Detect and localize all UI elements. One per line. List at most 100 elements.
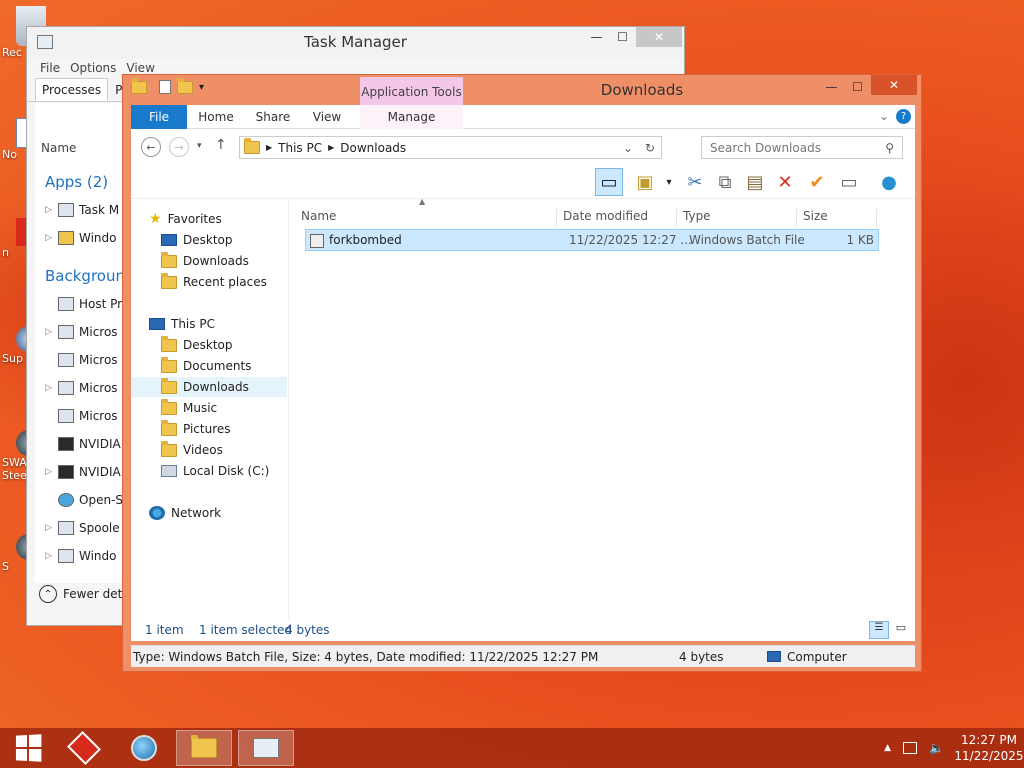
menu-file[interactable]: File [40,61,60,75]
task-manager-titlebar[interactable]: Task Manager — ☐ ✕ [27,27,684,58]
tab-manage[interactable]: Manage [360,105,463,129]
minimize-button[interactable]: — [818,77,845,97]
rename-check-icon[interactable]: ✔ [803,168,831,196]
tab-processes[interactable]: Processes [35,78,109,101]
nav-pc-pictures[interactable]: Pictures [161,419,231,439]
address-dropdown-icon[interactable]: ⌄ [623,141,633,155]
expand-arrow-icon[interactable]: ▷ [45,523,53,533]
process-row[interactable]: Open-S [45,493,123,507]
process-row[interactable]: ▷ Micros [45,381,118,395]
show-hidden-icons-icon[interactable]: ▲ [884,743,891,753]
recent-locations-icon[interactable]: ▾ [197,141,202,151]
taskbar-file-explorer[interactable] [176,730,232,766]
up-button[interactable]: ↑ [215,137,227,153]
process-row[interactable]: Micros [45,353,118,367]
explorer-window[interactable]: ▾ Application Tools Downloads — ☐ ✕ File… [122,74,922,672]
network-tray-icon[interactable] [903,742,918,754]
taskbar-app-1[interactable] [56,730,112,766]
tab-home[interactable]: Home [195,105,237,129]
volume-muted-icon[interactable]: 🔈 [929,741,944,755]
tab-view[interactable]: View [307,105,347,129]
taskbar-browser[interactable] [116,730,172,766]
nav-pc-documents[interactable]: Documents [161,356,251,376]
folder-icon [161,356,177,373]
nav-pc-local-disk[interactable]: Local Disk (C:) [161,461,269,481]
process-row[interactable]: ▷ NVIDIA [45,465,121,479]
nav-this-pc[interactable]: This PC [149,314,215,334]
network-globe-icon[interactable]: ● [875,168,903,196]
process-row[interactable]: ▷ Windo [45,231,117,245]
process-row[interactable]: ▷ Micros [45,325,118,339]
search-input[interactable]: Search Downloads ⚲ [701,136,903,159]
ribbon-expand-icon[interactable]: ⌄ [879,109,889,123]
nav-pc-downloads[interactable]: Downloads [131,377,287,397]
expand-arrow-icon[interactable]: ▷ [45,327,53,337]
menu-view[interactable]: View [126,61,154,75]
cut-icon[interactable]: ✂ [681,168,709,196]
process-row[interactable]: Micros [45,409,118,423]
maximize-button[interactable]: ☐ [609,27,636,47]
file-details-text: Type: Windows Batch File, Size: 4 bytes,… [133,650,599,664]
nav-fav-desktop[interactable]: Desktop [161,230,233,250]
maximize-button[interactable]: ☐ [844,77,871,97]
details-size: 4 bytes [679,650,724,664]
nav-network[interactable]: Network [149,503,221,523]
nav-fav-downloads[interactable]: Downloads [161,251,249,271]
process-row[interactable]: ▷ Task M [45,203,119,217]
column-date-modified[interactable]: Date modified [557,209,677,227]
start-button[interactable] [0,730,56,766]
breadcrumb-separator-icon[interactable]: ▶ [328,143,334,152]
address-bar[interactable]: ▶ This PC ▶ Downloads ⌄ ↻ [239,136,662,159]
tab-share[interactable]: Share [251,105,295,129]
process-row[interactable]: Host Pr [45,297,122,311]
details-view-icon[interactable]: ☰ [869,621,889,639]
process-row[interactable]: ▷ Spoole [45,521,120,535]
close-button[interactable]: ✕ [871,75,917,95]
expand-arrow-icon[interactable]: ▷ [45,551,53,561]
expand-arrow-icon[interactable]: ▷ [45,205,53,215]
back-button[interactable]: ← [141,137,161,157]
batch-file-icon [310,233,324,248]
dropdown-icon[interactable]: ▾ [655,168,683,196]
delete-icon[interactable]: ✕ [771,168,799,196]
large-icons-view-icon[interactable]: ▭ [891,621,911,639]
nav-pc-music[interactable]: Music [161,398,217,418]
expand-arrow-icon[interactable]: ▷ [45,233,53,243]
file-name-cell[interactable]: forkbombed [310,233,402,248]
desktop-icon [161,234,177,246]
nav-pc-videos[interactable]: Videos [161,440,223,460]
breadcrumb-this-pc[interactable]: This PC [278,141,322,155]
process-row[interactable]: NVIDIA [45,437,121,451]
clock[interactable]: 12:27 PM 11/22/2025 [954,732,1024,764]
nav-pc-desktop[interactable]: Desktop [161,335,233,355]
minimize-button[interactable]: — [583,27,610,47]
rename-icon[interactable]: ▭ [835,168,863,196]
column-name[interactable]: Name [295,209,557,227]
expand-arrow-icon[interactable]: ▷ [45,467,53,477]
nav-fav-recent[interactable]: Recent places [161,272,267,292]
taskbar-task-manager[interactable] [238,730,294,766]
column-type[interactable]: Type [677,209,797,227]
expand-arrow-icon[interactable]: ▷ [45,383,53,393]
copy-icon[interactable]: ⧉ [711,168,739,196]
windows-logo-icon [15,734,42,762]
close-button[interactable]: ✕ [636,27,682,47]
file-size-cell: 1 KB [846,233,874,247]
forward-button[interactable]: → [169,137,189,157]
nav-favorites[interactable]: ★ Favorites [149,209,222,229]
process-row[interactable]: ▷ Windo [45,549,117,563]
breadcrumb-separator-icon[interactable]: ▶ [266,143,272,152]
explorer-titlebar[interactable]: ▾ Application Tools Downloads — ☐ ✕ [123,75,921,105]
column-name-header[interactable]: Name [41,141,76,155]
help-icon[interactable]: ? [896,109,911,124]
refresh-icon[interactable]: ↻ [645,141,655,155]
column-size[interactable]: Size [797,209,877,227]
tab-file[interactable]: File [131,105,187,129]
file-row[interactable]: forkbombed 11/22/2025 12:27 ... Windows … [305,229,879,251]
process-icon [58,231,74,245]
paste-icon[interactable]: ▤ [741,168,769,196]
menu-options[interactable]: Options [70,61,116,75]
fewer-details-button[interactable]: ⌃ Fewer deta [39,585,130,603]
preview-pane-icon[interactable]: ▭ [595,168,623,196]
breadcrumb-downloads[interactable]: Downloads [340,141,406,155]
